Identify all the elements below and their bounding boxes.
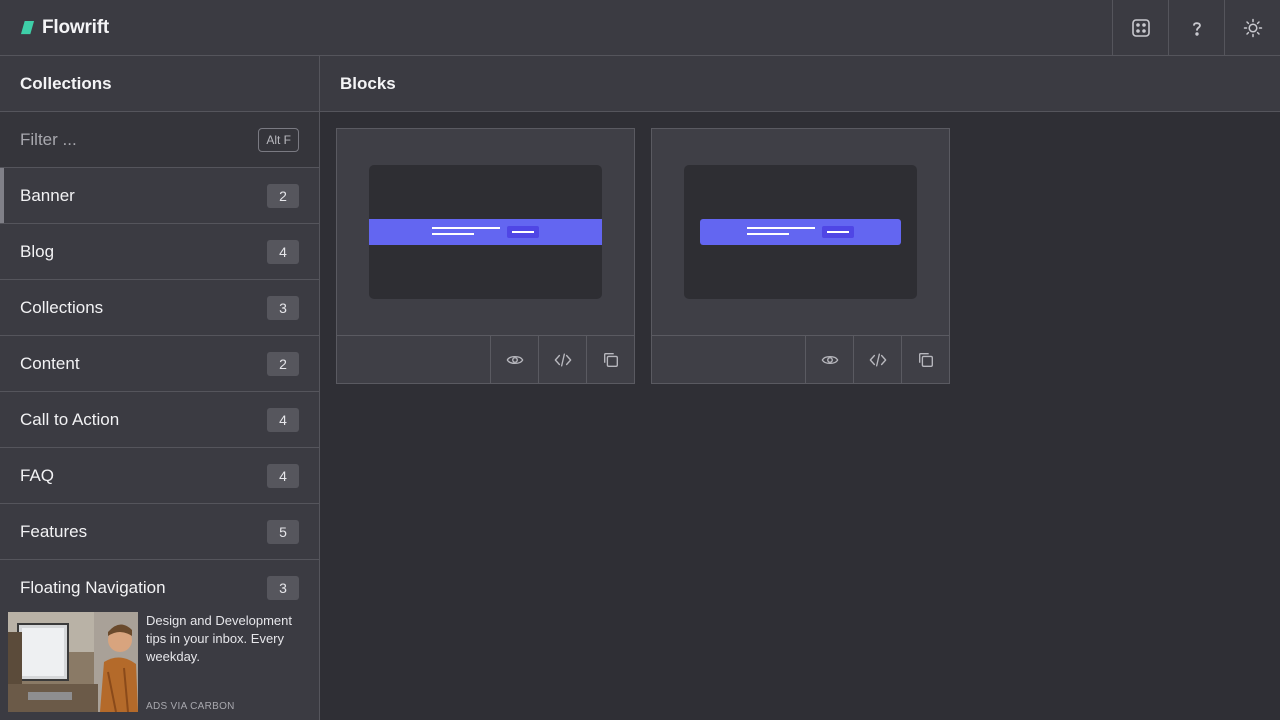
flowrift-logo-icon [20,20,35,35]
item-count-badge: 4 [267,239,299,264]
block-card [651,128,950,384]
sidebar-item-faq[interactable]: FAQ 4 [0,448,319,504]
code-icon [554,352,571,367]
top-bar: Flowrift [0,0,1280,56]
main-title: Blocks [320,56,1280,112]
preview-frame [684,165,917,299]
theme-sun-icon [1243,18,1262,37]
sidebar-item-call-to-action[interactable]: Call to Action 4 [0,392,319,448]
sidebar-item-label: Content [20,353,80,373]
code-button[interactable] [538,336,586,383]
code-button[interactable] [853,336,901,383]
sidebar-item-banner[interactable]: Banner 2 [0,168,319,224]
sidebar-item-label: FAQ [20,465,55,485]
carbon-ad[interactable]: Design and Development tips in your inbo… [0,604,319,720]
sidebar-item-label: Features [20,521,88,541]
filter-shortcut-badge: Alt F [258,127,299,152]
ad-image[interactable] [8,612,138,712]
sidebar-title: Collections [0,56,319,112]
item-count-badge: 3 [267,575,299,600]
sidebar-item-blog[interactable]: Blog 4 [0,224,319,280]
preview-button[interactable] [490,336,538,383]
preview-eye-icon [506,355,523,364]
brand[interactable]: Flowrift [0,0,1112,56]
item-count-badge: 4 [267,407,299,432]
copy-icon [918,352,933,367]
sidebar-item-collections[interactable]: Collections 3 [0,280,319,336]
preview-button[interactable] [805,336,853,383]
copy-icon [603,352,618,367]
preview-eye-icon [821,355,838,364]
item-count-badge: 5 [267,519,299,544]
sidebar-item-features[interactable]: Features 5 [0,504,319,560]
blocks-grid [336,128,950,384]
card-actions [652,336,949,383]
random-button[interactable] [1112,0,1168,56]
filter-row: Alt F [0,112,319,168]
block-preview[interactable] [337,129,634,336]
sidebar-item-label: Collections [20,297,104,317]
copy-button[interactable] [901,336,949,383]
sidebar-item-content[interactable]: Content 2 [0,336,319,392]
sidebar-item-label: Banner [20,185,75,205]
item-count-badge: 3 [267,295,299,320]
collection-list: Banner 2 Blog 4 Collections 3 Content 2 … [0,168,319,616]
ad-content: Design and Development tips in your inbo… [138,612,311,712]
filter-input[interactable] [20,129,240,150]
sidebar-item-label: Call to Action [20,409,120,429]
top-actions [1112,0,1280,56]
help-button[interactable] [1168,0,1224,56]
item-count-badge: 2 [267,183,299,208]
preview-frame [369,165,602,299]
sidebar-item-label: Blog [20,241,55,261]
random-dice-icon [1131,18,1150,37]
ad-credit[interactable]: ADS VIA CARBON [146,701,311,712]
theme-toggle-button[interactable] [1224,0,1280,56]
block-preview[interactable] [652,129,949,336]
block-card [336,128,635,384]
copy-button[interactable] [586,336,634,383]
item-count-badge: 4 [267,463,299,488]
ad-text[interactable]: Design and Development tips in your inbo… [146,612,311,666]
brand-name: Flowrift [42,16,109,38]
help-icon [1192,21,1201,36]
sidebar-item-label: Floating Navigation [20,577,166,597]
item-count-badge: 2 [267,351,299,376]
code-icon [869,352,886,367]
card-actions [337,336,634,383]
